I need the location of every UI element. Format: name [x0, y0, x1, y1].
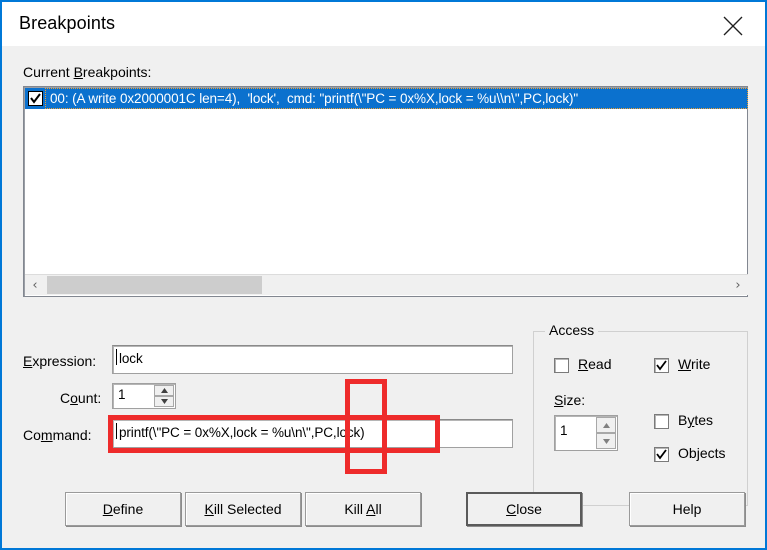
command-label: Command:	[23, 427, 92, 443]
table-row[interactable]: 00: (A write 0x2000001C len=4), 'lock', …	[25, 88, 748, 109]
breakpoints-listbox[interactable]: 00: (A write 0x2000001C len=4), 'lock', …	[23, 86, 748, 297]
kill-all-button[interactable]: Kill All	[305, 492, 421, 526]
objects-checkbox[interactable]	[654, 447, 669, 462]
text-caret	[116, 423, 117, 439]
caret-down-icon	[602, 438, 610, 444]
write-label: Write	[678, 356, 711, 372]
accel-s: S	[554, 392, 564, 408]
help-button-label: Help	[672, 501, 702, 517]
size-decrement-button[interactable]	[596, 433, 616, 449]
expression-label: Expression:	[23, 353, 97, 369]
help-button[interactable]: Help	[629, 492, 745, 526]
count-increment-button[interactable]	[154, 385, 174, 396]
kill-selected-button[interactable]: Kill Selected	[185, 492, 301, 526]
size-increment-button[interactable]	[596, 417, 616, 433]
check-icon	[656, 449, 667, 460]
scroll-left-icon[interactable]: ‹	[25, 275, 45, 295]
read-checkbox[interactable]	[554, 358, 569, 373]
bytes-label: Bytes	[678, 412, 714, 428]
command-value: printf(\"PC = 0x%X,lock = %u\n\",PC,lock…	[119, 425, 365, 440]
command-input[interactable]: printf(\"PC = 0x%X,lock = %u\n\",PC,lock…	[112, 419, 513, 448]
scrollbar-thumb[interactable]	[47, 276, 262, 294]
caret-up-icon	[602, 422, 610, 428]
count-value: 1	[118, 387, 126, 402]
accel-c: C	[506, 501, 517, 517]
expression-input[interactable]: lock	[112, 345, 513, 374]
accel-o: o	[70, 390, 78, 406]
access-group-title: Access	[545, 322, 599, 338]
breakpoints-dialog: Breakpoints Current Breakpoints: 00: (A …	[0, 0, 767, 550]
check-icon	[656, 360, 667, 371]
accel-e: E	[23, 353, 33, 369]
count-spin-buttons	[154, 385, 174, 407]
close-icon[interactable]	[702, 2, 763, 46]
caret-up-icon	[160, 388, 168, 393]
window-title: Breakpoints	[19, 13, 116, 33]
size-value: 1	[560, 423, 568, 438]
objects-label: Objects	[678, 445, 726, 461]
title-bar: Breakpoints	[2, 2, 765, 46]
caret-down-icon	[160, 399, 168, 404]
size-stepper[interactable]: 1	[554, 415, 618, 451]
accel-b: B	[73, 64, 83, 80]
size-label: Size:	[554, 392, 586, 408]
listbox-horizontal-scrollbar[interactable]: ‹ ›	[25, 274, 748, 295]
accel-m: m	[40, 427, 53, 443]
breakpoint-enabled-checkbox[interactable]	[28, 91, 43, 106]
count-decrement-button[interactable]	[154, 396, 174, 407]
close-button[interactable]: Close	[466, 492, 582, 526]
read-label: Read	[578, 356, 612, 372]
text-caret	[116, 349, 117, 365]
breakpoint-row-text: 00: (A write 0x2000001C len=4), 'lock', …	[50, 91, 579, 106]
bytes-checkbox[interactable]	[654, 414, 669, 429]
accel-d: D	[102, 501, 113, 517]
access-group: Access Read Write Size: 1 Bytes Objects	[533, 322, 748, 506]
accel-w: W	[678, 356, 691, 372]
close-glyph	[723, 16, 743, 36]
size-spin-buttons	[596, 417, 616, 449]
scroll-right-icon[interactable]: ›	[728, 275, 748, 295]
check-icon	[30, 93, 41, 104]
count-stepper[interactable]: 1	[112, 383, 176, 409]
count-label: Count:	[60, 390, 102, 406]
accel-k: K	[204, 501, 214, 517]
expression-value: lock	[119, 351, 143, 366]
dialog-client-area: Current Breakpoints: 00: (A write 0x2000…	[2, 46, 765, 548]
accel-r: R	[578, 356, 589, 372]
write-checkbox[interactable]	[654, 358, 669, 373]
current-breakpoints-label: Current Breakpoints:	[23, 64, 152, 80]
define-button[interactable]: Define	[65, 492, 181, 526]
